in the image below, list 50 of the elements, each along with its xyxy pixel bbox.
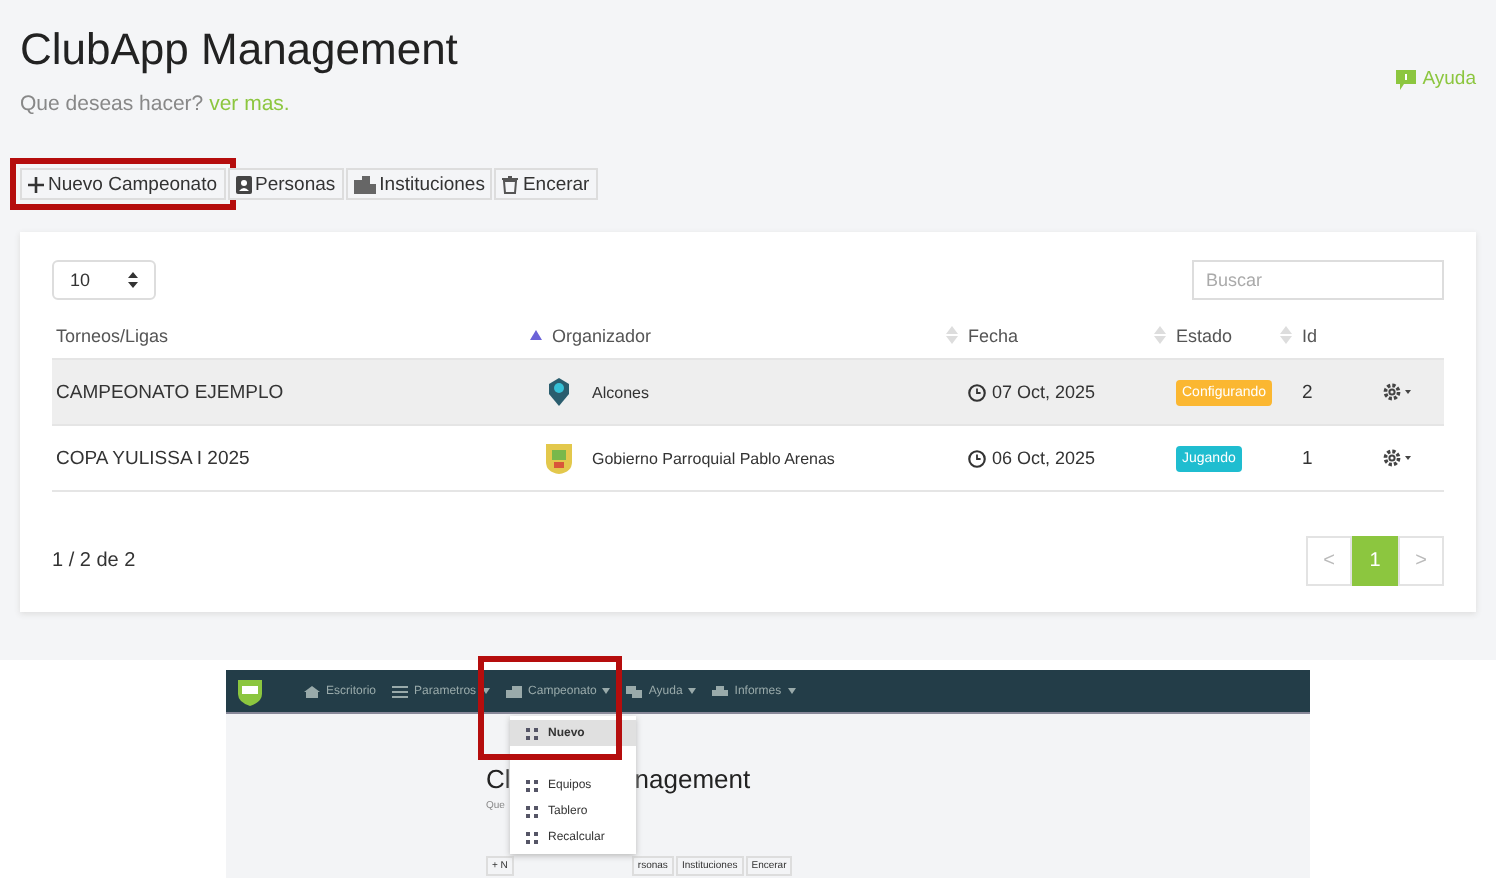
grid-icon: [526, 805, 538, 817]
caret-icon: [602, 688, 611, 694]
list-icon: [392, 685, 409, 697]
caret-icon: [787, 688, 796, 694]
grid-icon: [526, 831, 538, 843]
contact-card-icon: [235, 175, 251, 193]
clock-icon: [968, 449, 986, 467]
settings-button[interactable]: [1382, 382, 1414, 402]
trash-icon: [502, 175, 519, 193]
id-text: 1: [1302, 447, 1313, 469]
page-title-fragment: nagement: [634, 764, 751, 794]
buildings-icon: [353, 175, 376, 193]
shield-logo-icon: [236, 677, 264, 705]
column-header[interactable]: Id: [1302, 325, 1318, 345]
crest-logo-icon: [544, 442, 574, 474]
organizer-name: Gobierno Parroquial Pablo Arenas: [592, 449, 835, 467]
subtitle: Que deseas hacer?: [20, 92, 204, 116]
organizer-name: Alcones: [592, 383, 649, 401]
home-icon: [304, 685, 320, 697]
chat-icon: [1396, 69, 1417, 89]
column-header[interactable]: Fecha: [968, 325, 1019, 345]
id-text: 2: [1302, 381, 1313, 403]
caret-icon: [482, 688, 491, 694]
caret-icon: [688, 688, 697, 694]
up-down-arrows-icon: [128, 272, 138, 288]
chat-icon: [626, 685, 643, 697]
page-title: ClubApp Management: [20, 24, 458, 76]
column-header[interactable]: Organizador: [552, 325, 652, 345]
date-text: 07 Oct, 2025: [992, 382, 1096, 402]
plus-icon: [28, 175, 44, 193]
pagination-summary: 1 / 2 de 2: [52, 550, 136, 572]
sort-ascending-icon[interactable]: [530, 330, 542, 340]
clock-icon: [968, 383, 986, 401]
cards-icon: [506, 685, 523, 697]
printer-icon: [712, 685, 729, 697]
column-header[interactable]: Estado: [1176, 325, 1233, 345]
grid-icon: [526, 727, 538, 739]
date-text: 06 Oct, 2025: [992, 448, 1096, 468]
settings-button[interactable]: [1382, 448, 1414, 468]
tournament-name: CAMPEONATO EJEMPLO: [56, 381, 284, 403]
page-title-fragment: Cl: [486, 764, 511, 794]
toolbar-button[interactable]: Instituciones: [345, 168, 493, 200]
toolbar-button[interactable]: Encerar: [494, 168, 598, 200]
club-logo-icon: [544, 376, 574, 408]
column-header[interactable]: Torneos/Ligas: [56, 325, 169, 345]
page-size-select[interactable]: 10: [52, 260, 156, 300]
tournament-name: COPA YULISSA I 2025: [56, 447, 250, 469]
search-field[interactable]: Buscar: [1192, 260, 1444, 300]
grid-icon: [526, 779, 538, 791]
toolbar-button[interactable]: Personas: [227, 168, 344, 200]
